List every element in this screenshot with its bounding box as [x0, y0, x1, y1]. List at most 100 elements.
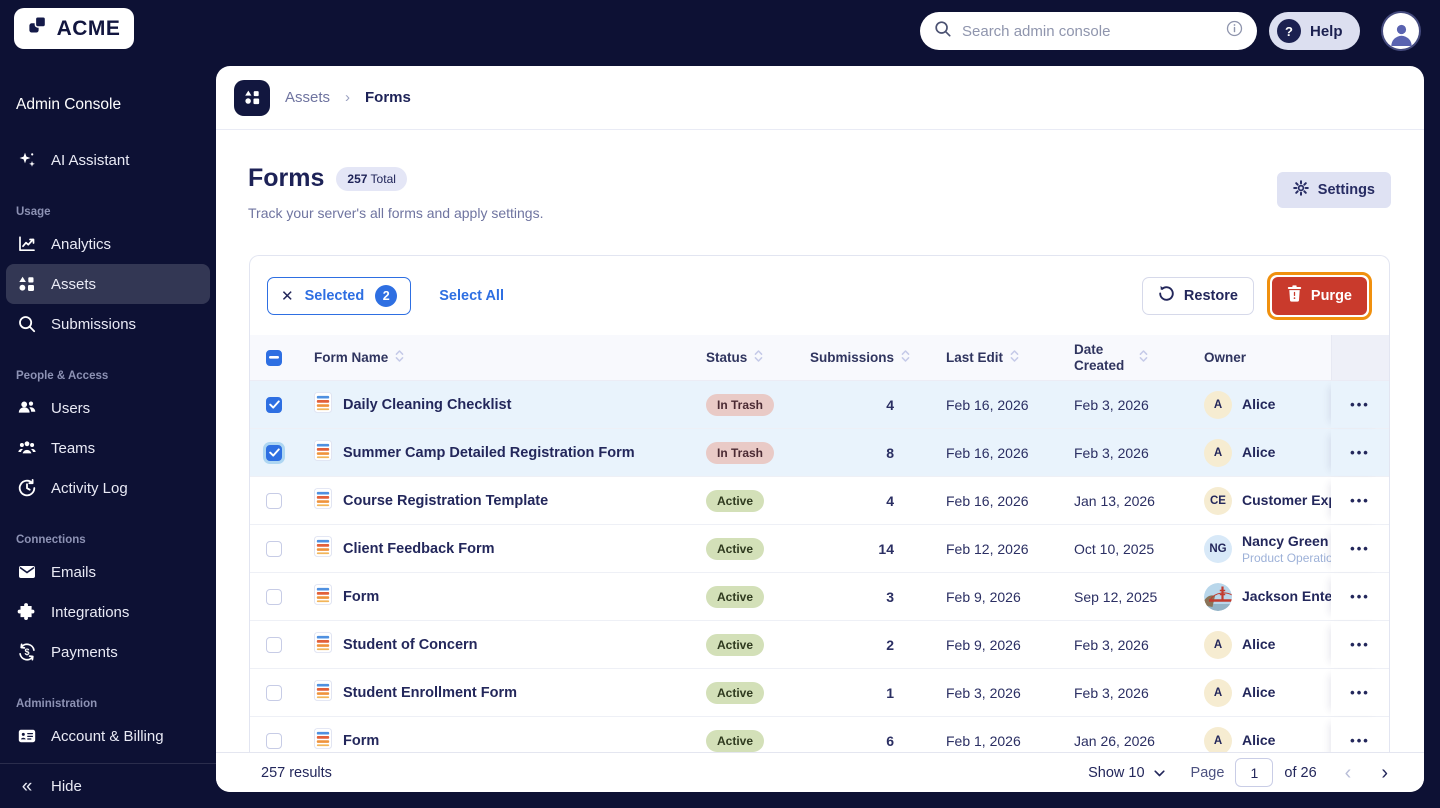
submissions-count: 3 [886, 588, 894, 605]
page-subtitle: Track your server's all forms and apply … [248, 205, 544, 221]
breadcrumb-assets-link[interactable]: Assets [285, 89, 330, 106]
sidebar-hide-button[interactable]: « Hide [6, 764, 210, 808]
page-size-select[interactable]: Show 10 [1088, 765, 1165, 781]
form-name: Daily Cleaning Checklist [343, 396, 512, 413]
purge-label: Purge [1310, 287, 1352, 304]
status-badge: Active [706, 729, 765, 752]
column-header-submissions[interactable]: Submissions [810, 349, 916, 366]
sidebar-item-assets[interactable]: Assets [6, 264, 210, 304]
column-header-form-name[interactable]: Form Name [292, 349, 702, 366]
sidebar-item-analytics[interactable]: Analytics [6, 224, 210, 264]
row-actions-button[interactable]: ••• [1350, 397, 1370, 412]
sidebar-item-submissions[interactable]: Submissions [6, 304, 210, 344]
row-checkbox[interactable] [266, 492, 282, 509]
row-actions-button[interactable]: ••• [1350, 445, 1370, 460]
column-label: Last Edit [946, 350, 1004, 365]
teams-icon [16, 438, 38, 458]
sidebar-item-account-billing[interactable]: Account & Billing [6, 716, 210, 756]
row-checkbox[interactable] [266, 540, 282, 557]
select-all-checkbox[interactable] [266, 349, 282, 366]
sidebar-title: Admin Console [16, 96, 122, 113]
sidebar-item-activity-log[interactable]: Activity Log [6, 468, 210, 508]
owner-name: Alice [1242, 635, 1276, 652]
table-row[interactable]: Client Feedback Form Active 14 Feb 12, 2026… [250, 525, 1389, 573]
next-page-button[interactable]: › [1379, 763, 1390, 783]
row-actions-button[interactable]: ••• [1350, 733, 1370, 748]
help-button[interactable]: ? Help [1269, 12, 1360, 50]
form-name: Client Feedback Form [343, 540, 495, 557]
row-actions-button[interactable]: ••• [1350, 589, 1370, 604]
owner-subtitle: Product Operatio [1242, 550, 1331, 565]
sort-icon [1010, 349, 1019, 366]
table-row[interactable]: Form Active 6 Feb 1, 2026 Jan 26, 2026 A Alice… [250, 717, 1389, 752]
table-row[interactable]: Student of Concern Active 2 Feb 9, 2026 Feb … [250, 621, 1389, 669]
acme-logo[interactable]: ACME [14, 8, 134, 49]
total-suffix: Total [367, 171, 396, 186]
row-checkbox[interactable] [266, 684, 282, 701]
row-actions-button[interactable]: ••• [1350, 493, 1370, 508]
sidebar-item-ai-assistant[interactable]: AI Assistant [6, 140, 210, 180]
previous-page-button[interactable]: ‹ [1343, 763, 1354, 783]
search-input[interactable] [962, 22, 1216, 40]
column-header-last-edit[interactable]: Last Edit [916, 349, 1070, 366]
last-edit-date: Feb 1, 2026 [946, 732, 1021, 749]
sidebar-item-label: Emails [51, 563, 97, 581]
select-all-button[interactable]: Select All [439, 288, 504, 304]
gear-icon [1292, 180, 1309, 200]
collapse-icon: « [21, 775, 33, 797]
selection-toolbar: ✕ Selected 2 Select All Restore Purge [250, 256, 1389, 335]
admin-search[interactable] [920, 12, 1257, 50]
settings-button[interactable]: Settings [1276, 172, 1391, 208]
submissions-count: 14 [878, 540, 894, 557]
column-header-status[interactable]: Status [702, 349, 812, 366]
row-actions-button[interactable]: ••• [1350, 637, 1370, 652]
table-row[interactable]: Summer Camp Detailed Registration Form In… [250, 429, 1389, 477]
hide-label: Hide [51, 777, 82, 795]
sidebar-item-label: Analytics [51, 235, 112, 253]
sidebar-item-payments[interactable]: $ Payments [6, 632, 210, 672]
table-row[interactable]: Form Active 3 Feb 9, 2026 Sep 12, 2025 Jackso… [250, 573, 1389, 621]
sidebar-item-emails[interactable]: Emails [6, 552, 210, 592]
last-edit-date: Feb 3, 2026 [946, 684, 1021, 701]
purge-button[interactable]: Purge [1271, 276, 1367, 315]
owner-avatar: A [1204, 726, 1232, 752]
owner-name: Customer Exp [1242, 491, 1331, 508]
row-checkbox[interactable] [266, 636, 282, 653]
sidebar-item-teams[interactable]: Teams [6, 428, 210, 468]
owner-avatar: NG [1204, 534, 1232, 563]
date-created: Feb 3, 2026 [1074, 396, 1149, 413]
restore-button[interactable]: Restore [1141, 276, 1254, 315]
selected-label: Selected [304, 287, 365, 304]
help-label: Help [1310, 22, 1343, 40]
sidebar-item-users[interactable]: Users [6, 388, 210, 428]
owner-avatar: A [1204, 630, 1232, 659]
table-row[interactable]: Course Registration Template Active 4 Feb 1… [250, 477, 1389, 525]
form-icon [314, 584, 332, 609]
row-actions-button[interactable]: ••• [1350, 685, 1370, 700]
info-icon[interactable] [1226, 20, 1243, 42]
row-checkbox[interactable] [266, 732, 282, 749]
owner-name: Alice [1242, 683, 1276, 700]
search-icon [934, 20, 952, 43]
form-icon [314, 680, 332, 705]
search-icon [16, 314, 38, 334]
row-checkbox[interactable] [266, 588, 282, 605]
close-icon: ✕ [281, 287, 294, 305]
table-row[interactable]: Student Enrollment Form Active 1 Feb 3, 202… [250, 669, 1389, 717]
sidebar-item-integrations[interactable]: Integrations [6, 592, 210, 632]
form-name: Form [343, 588, 380, 605]
clear-selection-button[interactable]: ✕ Selected 2 [267, 276, 412, 315]
table-row[interactable]: Daily Cleaning Checklist In Trash 4 Feb 16,… [250, 381, 1389, 429]
page-number-input[interactable] [1235, 758, 1274, 787]
trash-icon [1287, 285, 1302, 306]
form-icon [314, 440, 332, 465]
sidebar: Admin Console AI Assistant Usage Analytic… [0, 62, 216, 808]
row-actions-button[interactable]: ••• [1350, 541, 1370, 556]
sidebar-item-label: Submissions [51, 315, 137, 333]
date-created: Feb 3, 2026 [1074, 684, 1149, 701]
row-checkbox[interactable] [266, 396, 282, 413]
row-checkbox[interactable] [266, 444, 282, 461]
column-header-date-created[interactable]: Date Created [1070, 342, 1198, 373]
form-icon [314, 728, 332, 752]
user-avatar[interactable] [1383, 13, 1419, 49]
